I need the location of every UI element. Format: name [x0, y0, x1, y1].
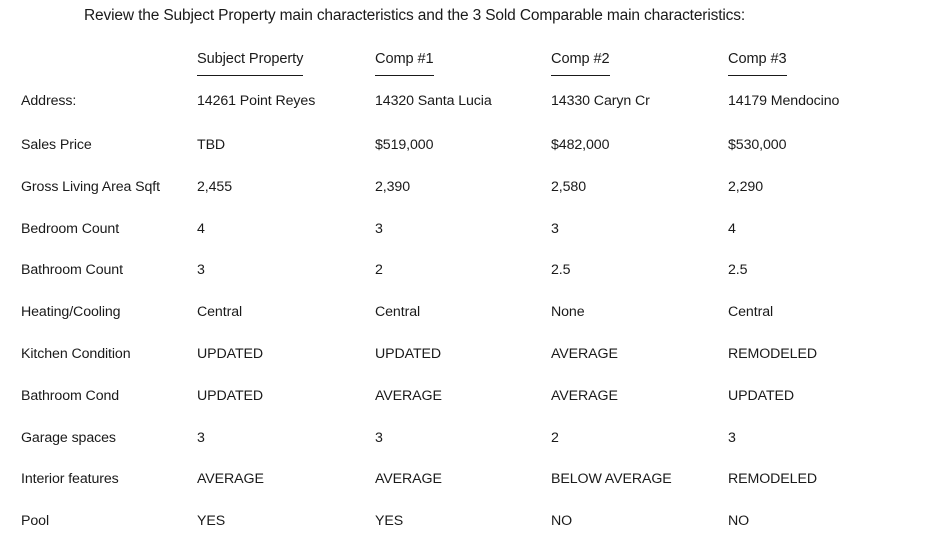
- cell-comp-1: AVERAGE: [375, 387, 442, 404]
- row-label: Garage spaces: [21, 429, 116, 446]
- table-row: Bedroom Count 4 3 3 4: [0, 209, 927, 251]
- cell-comp-1: AVERAGE: [375, 471, 442, 488]
- cell-comp-3: 2.5: [728, 262, 748, 279]
- column-header-comp-3: Comp #3: [728, 44, 927, 77]
- cell-comp-3: UPDATED: [728, 387, 795, 404]
- cell-comp-1: UPDATED: [375, 345, 442, 362]
- cell-comp-2: NO: [551, 513, 573, 530]
- column-header-label: Comp #2: [551, 44, 610, 76]
- row-label: Sales Price: [21, 137, 92, 153]
- cell-subject-property: 3: [197, 429, 205, 446]
- cell-comp-3: 14179 Mendocino: [728, 93, 840, 109]
- row-label: Bathroom Cond: [21, 387, 120, 404]
- column-header-label: Comp #3: [728, 44, 787, 76]
- cell-comp-3: REMODELED: [728, 345, 817, 362]
- row-label: Gross Living Area Sqft: [21, 178, 160, 195]
- column-header-comp-2: Comp #2: [551, 44, 728, 77]
- table-row: Bathroom Cond UPDATED AVERAGE AVERAGE UP…: [0, 376, 927, 418]
- table-header-row: Subject Property Comp #1 Comp #2 Comp #3: [0, 44, 927, 77]
- cell-subject-property: AVERAGE: [197, 471, 264, 488]
- cell-comp-2: $482,000: [551, 137, 610, 153]
- table-row: Gross Living Area Sqft 2,455 2,390 2,580…: [0, 167, 927, 209]
- cell-comp-2: AVERAGE: [551, 345, 618, 362]
- cell-subject-property: 2,455: [197, 178, 233, 195]
- cell-comp-2: None: [551, 304, 585, 321]
- cell-comp-1: Central: [375, 304, 421, 321]
- cell-comp-2: 2.5: [551, 262, 571, 279]
- cell-comp-2: 2,580: [551, 178, 587, 195]
- table-row: Garage spaces 3 3 2 3: [0, 418, 927, 460]
- row-label: Pool: [21, 513, 49, 530]
- cell-comp-3: NO: [728, 513, 750, 530]
- column-header-comp-1: Comp #1: [375, 44, 551, 77]
- row-label: Bathroom Count: [21, 262, 123, 279]
- cell-comp-3: REMODELED: [728, 471, 817, 488]
- table-row: Heating/Cooling Central Central None Cen…: [0, 292, 927, 334]
- table-body: Address: 14261 Point Reyes 14320 Santa L…: [0, 77, 927, 543]
- cell-subject-property: UPDATED: [197, 345, 264, 362]
- cell-comp-2: 14330 Caryn Cr: [551, 93, 650, 109]
- table-row: Bathroom Count 3 2 2.5 2.5: [0, 250, 927, 292]
- cell-subject-property: 14261 Point Reyes: [197, 93, 316, 109]
- cell-subject-property: YES: [197, 513, 226, 530]
- cell-comp-3: 2,290: [728, 178, 764, 195]
- row-label: Address:: [21, 93, 77, 109]
- cell-comp-1: $519,000: [375, 137, 434, 153]
- cell-subject-property: Central: [197, 304, 243, 321]
- table-row: Address: 14261 Point Reyes 14320 Santa L…: [0, 77, 927, 125]
- table-header: Subject Property Comp #1 Comp #2 Comp #3: [0, 44, 927, 77]
- cell-comp-1: 14320 Santa Lucia: [375, 93, 492, 109]
- cell-comp-2: BELOW AVERAGE: [551, 471, 672, 488]
- cell-subject-property: UPDATED: [197, 387, 264, 404]
- comparables-table: Subject Property Comp #1 Comp #2 Comp #3…: [0, 44, 927, 543]
- column-header-label: Comp #1: [375, 44, 434, 76]
- cell-subject-property: 3: [197, 262, 205, 279]
- cell-subject-property: TBD: [197, 137, 226, 153]
- table-row: Kitchen Condition UPDATED UPDATED AVERAG…: [0, 334, 927, 376]
- row-label: Bedroom Count: [21, 220, 120, 237]
- cell-comp-2: 3: [551, 220, 559, 237]
- page-title: Review the Subject Property main charact…: [84, 7, 746, 24]
- table-row: Pool YES YES NO NO: [0, 501, 927, 543]
- table-row: Interior features AVERAGE AVERAGE BELOW …: [0, 459, 927, 501]
- row-label: Heating/Cooling: [21, 304, 121, 321]
- row-label: Interior features: [21, 471, 119, 488]
- column-header-label: Subject Property: [197, 44, 303, 76]
- cell-comp-1: YES: [375, 513, 404, 530]
- column-header-subject-property: Subject Property: [197, 44, 375, 77]
- cell-comp-1: 2: [375, 262, 383, 279]
- cell-comp-2: AVERAGE: [551, 387, 618, 404]
- cell-comp-1: 2,390: [375, 178, 411, 195]
- cell-comp-3: 4: [728, 220, 736, 237]
- table-row: Sales Price TBD $519,000 $482,000 $530,0…: [0, 125, 927, 167]
- cell-comp-3: $530,000: [728, 137, 787, 153]
- cell-comp-1: 3: [375, 220, 383, 237]
- row-label: Kitchen Condition: [21, 345, 131, 362]
- document-page: Review the Subject Property main charact…: [0, 0, 927, 550]
- cell-subject-property: 4: [197, 220, 205, 237]
- cell-comp-3: 3: [728, 429, 736, 446]
- cell-comp-2: 2: [551, 429, 559, 446]
- cell-comp-3: Central: [728, 304, 774, 321]
- cell-comp-1: 3: [375, 429, 383, 446]
- column-header-corner: [0, 44, 197, 77]
